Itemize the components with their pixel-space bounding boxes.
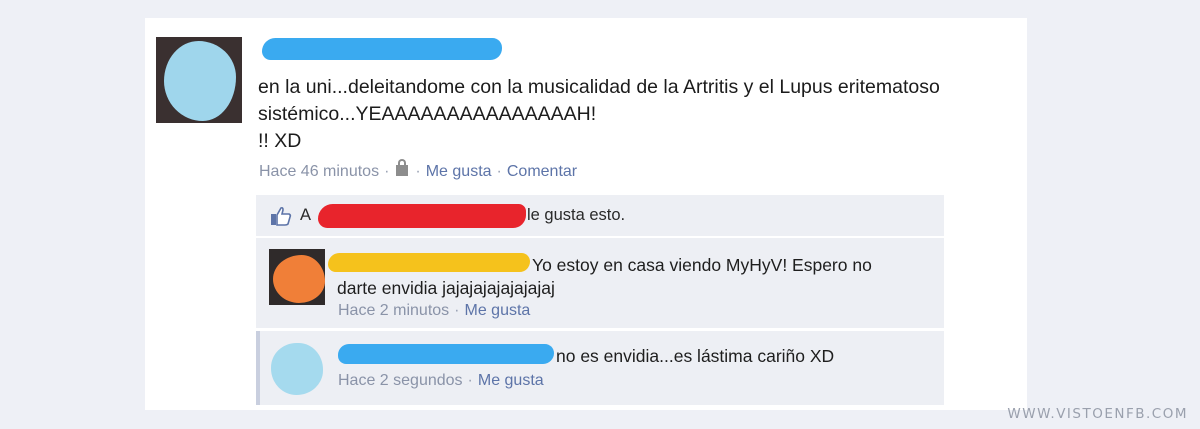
- commenter-name-redacted[interactable]: [338, 344, 554, 364]
- author-name-redacted[interactable]: [262, 38, 502, 60]
- comment-text: no es envidia...es lástima cariño XD: [556, 346, 835, 366]
- comment-time[interactable]: Hace 2 segundos: [338, 372, 463, 389]
- comment-item: [256, 331, 944, 405]
- comment-text: Yo estoy en casa viendo MyHyV! Espero no…: [337, 255, 872, 298]
- author-avatar[interactable]: [156, 37, 242, 123]
- comment-time[interactable]: Hace 2 minutos: [338, 302, 449, 319]
- watermark: WWW.VISTOENFB.COM: [1007, 406, 1188, 422]
- avatar-blur: [164, 41, 236, 121]
- thumbs-up-icon: [271, 206, 292, 226]
- likes-prefix[interactable]: A: [300, 206, 311, 224]
- commenter-avatar[interactable]: [269, 341, 325, 397]
- comment-like-link[interactable]: Me gusta: [465, 302, 531, 319]
- post-time[interactable]: Hace 46 minutos: [259, 163, 379, 180]
- commenter-avatar[interactable]: [269, 249, 325, 305]
- liker-names-redacted[interactable]: [318, 204, 526, 228]
- lock-icon: [396, 159, 409, 177]
- comment-like-link[interactable]: Me gusta: [478, 372, 544, 389]
- comment-meta: Hace 2 segundos · Me gusta: [338, 372, 544, 389]
- comment-meta: Hace 2 minutos · Me gusta: [338, 302, 531, 319]
- likes-text: A le gusta esto.: [300, 206, 625, 225]
- post-meta: Hace 46 minutos · · Me gusta · Comentar: [259, 159, 578, 180]
- like-link[interactable]: Me gusta: [426, 163, 492, 180]
- avatar-blur: [273, 255, 325, 303]
- comment-link[interactable]: Comentar: [507, 163, 577, 180]
- post-text: en la uni...deleitandome con la musicali…: [258, 76, 940, 152]
- avatar-blur: [271, 343, 323, 395]
- likes-suffix: le gusta esto.: [527, 206, 626, 224]
- reply-indicator: [256, 331, 260, 405]
